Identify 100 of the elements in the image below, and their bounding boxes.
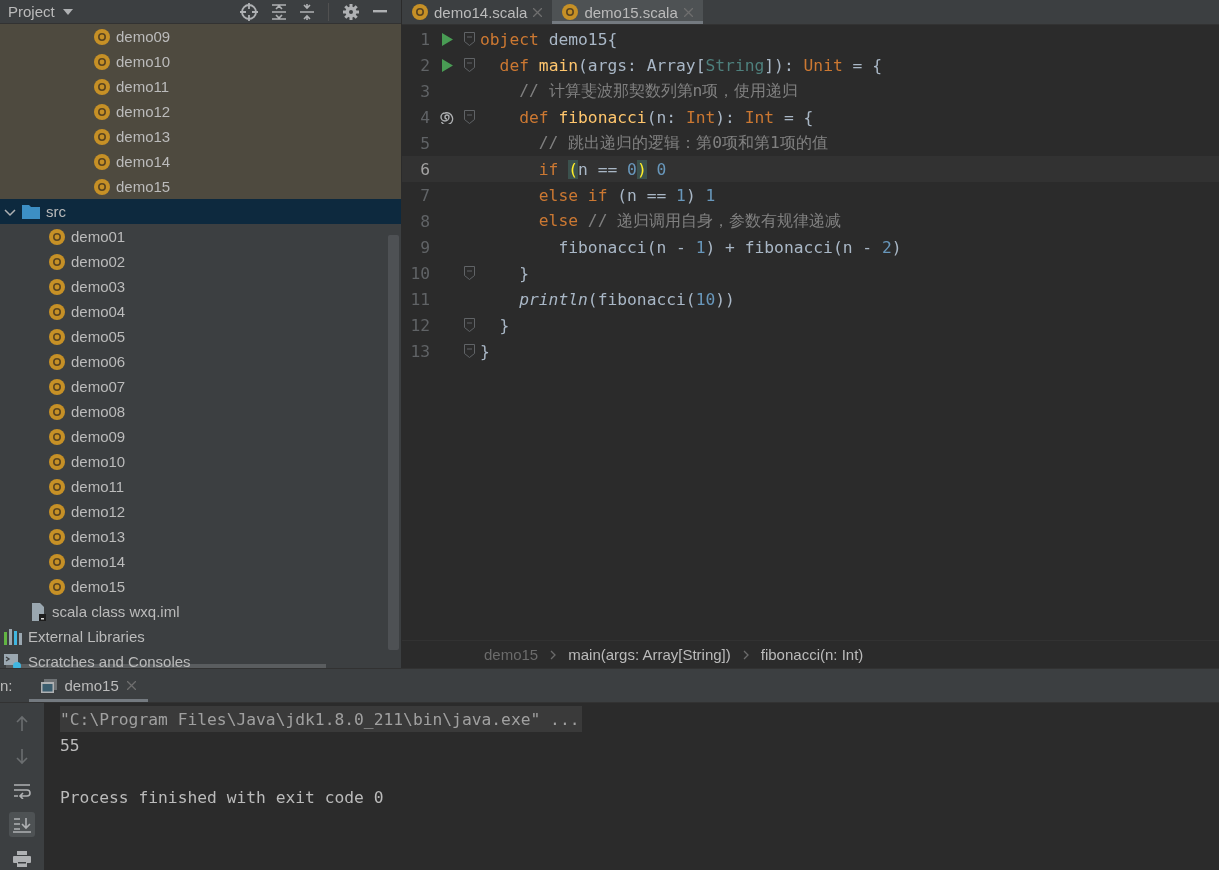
scala-object-icon xyxy=(49,328,65,345)
code-line: else if (n == 1) 1 xyxy=(537,185,716,205)
tree-item[interactable]: demo08 xyxy=(0,399,401,424)
line-number: 3 xyxy=(419,81,431,101)
scala-object-icon xyxy=(94,53,110,70)
code-line: } xyxy=(518,263,529,283)
tree-item[interactable]: demo13 xyxy=(0,124,401,149)
tree-item[interactable]: demo15 xyxy=(0,174,401,199)
code-line: // 计算斐波那契数列第n项，使用递归 xyxy=(518,80,799,102)
scala-object-icon xyxy=(49,478,65,495)
tree-item[interactable]: demo02 xyxy=(0,249,401,274)
file-icon xyxy=(30,602,46,621)
scala-object-icon xyxy=(94,78,110,95)
close-icon[interactable] xyxy=(683,7,693,17)
tree-item[interactable]: demo09 xyxy=(0,424,401,449)
scala-object-icon xyxy=(49,353,65,370)
tree-item[interactable]: demo06 xyxy=(0,349,401,374)
tree-item[interactable]: demo11 xyxy=(0,74,401,99)
tree-item[interactable]: demo11 xyxy=(0,474,401,499)
line-number: 11 xyxy=(409,289,431,309)
tree-item[interactable]: demo07 xyxy=(0,374,401,399)
code-line: } xyxy=(480,341,490,361)
breadcrumb[interactable]: fibonacci(n: Int) xyxy=(760,646,864,663)
fold-marker-icon[interactable] xyxy=(463,110,475,124)
tree-item[interactable]: demo15 xyxy=(0,574,401,599)
code-line: // 跳出递归的逻辑：第0项和第1项的值 xyxy=(537,132,828,154)
tree-item[interactable]: demo09 xyxy=(0,24,401,49)
project-view-dropdown[interactable]: Project xyxy=(8,3,55,20)
scala-object-icon xyxy=(49,578,65,595)
tree-item[interactable]: demo10 xyxy=(0,449,401,474)
line-number: 13 xyxy=(409,341,431,361)
scala-object-icon xyxy=(49,378,65,395)
scala-object-icon xyxy=(94,153,110,170)
scroll-to-end-icon[interactable] xyxy=(13,816,31,833)
run-tab[interactable]: demo15 xyxy=(28,669,148,702)
folder-icon xyxy=(22,204,40,219)
console-line: 55 xyxy=(60,734,81,757)
tree-item[interactable]: demo14 xyxy=(0,549,401,574)
scala-object-icon xyxy=(94,178,110,195)
tree-item[interactable]: demo05 xyxy=(0,324,401,349)
collapse-all-icon[interactable] xyxy=(300,3,314,20)
line-number: 8 xyxy=(419,211,431,231)
editor-tab[interactable]: demo15.scala xyxy=(552,0,703,24)
scala-object-icon xyxy=(49,303,65,320)
scala-object-icon xyxy=(49,553,65,570)
code-line: def fibonacci(n: Int): Int = { xyxy=(518,107,814,127)
scala-object-icon xyxy=(49,428,65,445)
tree-item[interactable]: demo01 xyxy=(0,224,401,249)
tree-item[interactable]: demo12 xyxy=(0,499,401,524)
dropdown-caret-icon[interactable] xyxy=(62,8,73,15)
code-line: } xyxy=(498,315,510,335)
fold-marker-icon[interactable] xyxy=(463,318,475,332)
locate-icon[interactable] xyxy=(240,2,258,21)
expand-all-icon[interactable] xyxy=(272,3,286,20)
fold-marker-icon[interactable] xyxy=(463,344,475,358)
tree-item[interactable]: External Libraries xyxy=(0,624,401,649)
tree-item[interactable]: demo03 xyxy=(0,274,401,299)
tree-item[interactable]: demo04 xyxy=(0,299,401,324)
run-icon[interactable] xyxy=(441,58,453,72)
scala-object-icon xyxy=(49,528,65,545)
editor-tab[interactable]: demo14.scala xyxy=(402,0,553,24)
line-number: 4 xyxy=(419,107,431,127)
scala-object-icon xyxy=(412,4,428,20)
line-number: 5 xyxy=(419,133,431,153)
scala-object-icon xyxy=(49,228,65,245)
soft-wrap-icon[interactable] xyxy=(13,783,31,799)
scala-object-icon xyxy=(562,4,579,20)
chevron-icon xyxy=(742,649,749,660)
close-icon[interactable] xyxy=(533,7,543,17)
tree-item[interactable]: Scratches and Consoles xyxy=(0,649,401,668)
tree-item[interactable]: demo10 xyxy=(0,49,401,74)
run-icon[interactable] xyxy=(441,32,453,46)
settings-icon[interactable] xyxy=(343,3,359,20)
line-number: 6 xyxy=(419,159,431,179)
code-line: def main(args: Array[String]): Unit = { xyxy=(498,55,882,75)
fold-marker-icon[interactable] xyxy=(463,32,475,46)
tree-item[interactable]: demo13 xyxy=(0,524,401,549)
line-number: 10 xyxy=(409,263,431,283)
minimize-icon[interactable] xyxy=(373,10,387,13)
line-number: 2 xyxy=(419,55,431,75)
print-icon[interactable] xyxy=(13,850,31,867)
code-line: println(fibonacci(10)) xyxy=(518,289,735,309)
tree-item[interactable]: demo12 xyxy=(0,99,401,124)
line-number: 1 xyxy=(419,29,431,49)
fold-marker-icon[interactable] xyxy=(463,266,475,280)
scala-object-icon xyxy=(94,28,110,45)
scala-object-icon xyxy=(49,453,65,470)
scala-object-icon xyxy=(49,403,65,420)
close-icon[interactable] xyxy=(126,681,136,690)
tree-item[interactable]: demo14 xyxy=(0,149,401,174)
breadcrumb[interactable]: main(args: Array[String]) xyxy=(568,646,731,663)
line-number: 7 xyxy=(419,185,431,205)
tree-item[interactable]: scala class wxq.iml xyxy=(0,599,401,624)
line-number: 9 xyxy=(419,237,431,257)
scala-object-icon xyxy=(94,128,110,145)
fold-marker-icon[interactable] xyxy=(463,58,475,72)
scala-object-icon xyxy=(49,503,65,520)
tree-item[interactable]: src xyxy=(0,199,401,224)
scala-object-icon xyxy=(49,253,65,270)
line-number: 12 xyxy=(409,315,431,335)
